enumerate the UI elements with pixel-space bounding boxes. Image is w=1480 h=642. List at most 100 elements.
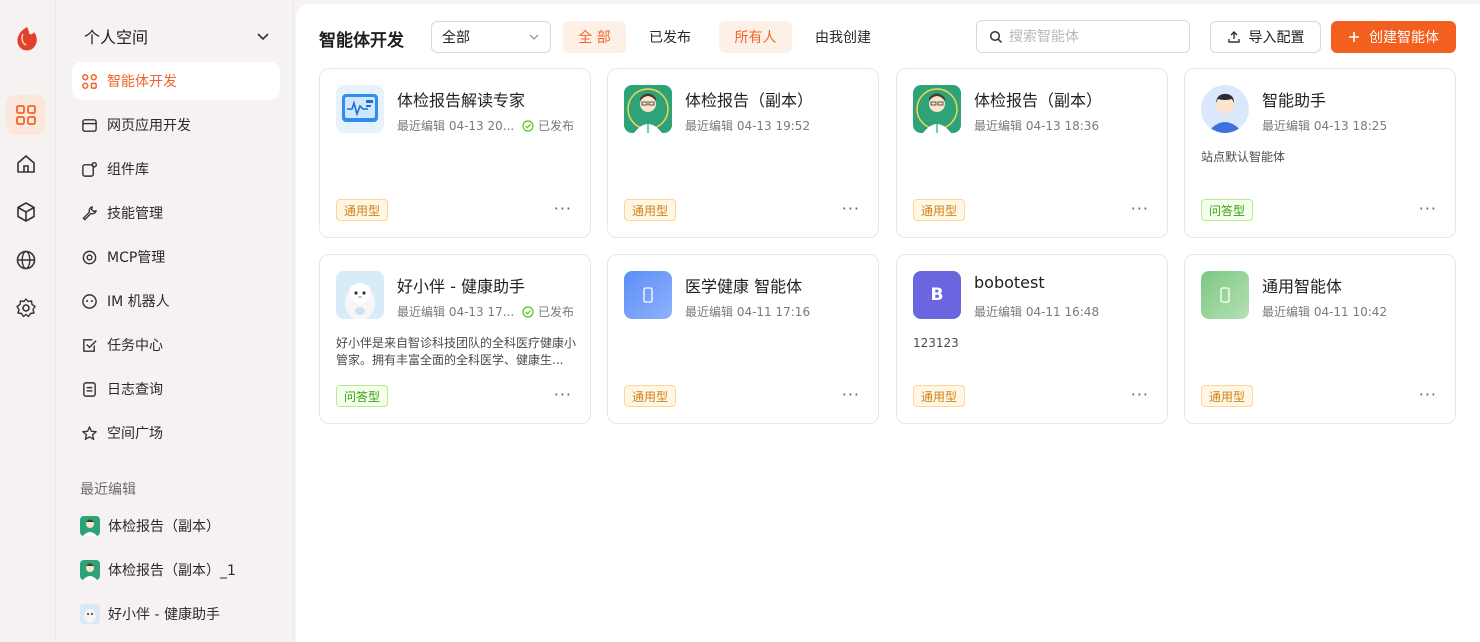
sidebar: 个人空间 智能体开发 网页应用开发 组件库 技能管理 MCP管理 IM 机器人 … [56,0,294,642]
agent-card[interactable]: 体检报告解读专家 最近编辑 04-13 20... 已发布 通用型 ··· [319,68,591,238]
avatar-letter: B [930,285,944,305]
recent-item[interactable]: 体检报告（副本）_1 [80,556,280,584]
agent-name: 体检报告解读专家 [397,91,526,110]
sidebar-item-label: 组件库 [107,162,149,178]
sidebar-item-label: 空间广场 [107,426,163,442]
checklist-icon [80,336,98,354]
agent-name: 医学健康 智能体 [685,277,803,296]
more-icon[interactable]: ··· [554,387,572,403]
more-icon[interactable]: ··· [842,201,860,217]
check-circle-icon [522,305,534,318]
recent-item-label: 体检报告（副本）_1 [108,563,236,579]
sidebar-item-tasks[interactable]: 任务中心 [72,326,280,364]
mascot-avatar [336,271,384,319]
more-icon[interactable]: ··· [1131,201,1149,217]
more-icon[interactable]: ··· [1419,201,1437,217]
rail-settings-button[interactable] [6,288,46,328]
agent-default-avatar [1201,271,1249,319]
star-icon [80,424,98,442]
sidebar-item-im-bot[interactable]: IM 机器人 [72,282,280,320]
tab-created-by-me[interactable]: 由我创建 [803,21,883,53]
agent-name: bobotest [974,273,1045,292]
rail-home-button[interactable] [6,144,46,184]
more-icon[interactable]: ··· [1131,387,1149,403]
published-status: 已发布 [522,117,574,134]
agent-edited-time: 最近编辑 04-13 17... [397,305,515,319]
window-icon [80,116,98,134]
chevron-down-icon [529,34,539,40]
sidebar-item-webapp-dev[interactable]: 网页应用开发 [72,106,280,144]
agent-card[interactable]: 医学健康 智能体 最近编辑 04-11 17:16 通用型 ··· [607,254,879,424]
rail-components-button[interactable] [6,192,46,232]
sidebar-item-components[interactable]: 组件库 [72,150,280,188]
icon-rail [0,0,56,642]
grid-icon [16,105,36,125]
recent-item-label: 体检报告（副本） [108,519,220,535]
more-icon[interactable]: ··· [554,201,572,217]
import-config-label: 导入配置 [1248,30,1305,46]
space-label: 个人空间 [84,28,149,47]
sidebar-item-agent-dev[interactable]: 智能体开发 [72,62,280,100]
agent-type-tag: 通用型 [1201,385,1254,407]
import-config-button[interactable]: 导入配置 [1210,21,1321,53]
space-selector[interactable]: 个人空间 [84,22,270,50]
agent-card[interactable]: B bobotest 最近编辑 04-11 16:48 123123 通用型 ·… [896,254,1168,424]
globe-icon [16,250,36,270]
search-icon [989,30,1003,43]
agent-card[interactable]: 体检报告（副本） 最近编辑 04-13 18:36 通用型 ··· [896,68,1168,238]
create-agent-button[interactable]: 创建智能体 [1331,21,1456,53]
category-select-value: 全部 [442,30,470,46]
sidebar-item-plaza[interactable]: 空间广场 [72,414,280,452]
letter-avatar: B [913,271,961,319]
agent-card[interactable]: 智能助手 最近编辑 04-13 18:25 站点默认智能体 问答型 ··· [1184,68,1456,238]
agent-edited-time: 最近编辑 04-13 19:52 [685,119,811,133]
page-title: 智能体开发 [319,31,404,51]
app-logo[interactable] [10,22,44,56]
sidebar-item-skills[interactable]: 技能管理 [72,194,280,232]
tab-everyone[interactable]: 所有人 [719,21,792,53]
tab-all[interactable]: 全 部 [563,21,626,53]
main-panel: 智能体开发 全部 全 部 已发布 所有人 由我创建 导入配置 创建智能体 体检报… [296,4,1480,642]
create-agent-label: 创建智能体 [1369,30,1439,46]
status-label: 已发布 [537,305,574,319]
cube-icon [17,202,35,222]
agent-card[interactable]: 体检报告（副本） 最近编辑 04-13 19:52 通用型 ··· [607,68,879,238]
gear-icon [16,298,36,318]
agent-card[interactable]: 好小伴 - 健康助手 最近编辑 04-13 17... 已发布 好小伴是来自智诊… [319,254,591,424]
search-box[interactable] [976,20,1190,53]
rail-apps-button[interactable] [6,95,46,135]
agent-type-tag: 通用型 [336,199,389,221]
agent-edited-time: 最近编辑 04-13 18:36 [974,119,1100,133]
published-status: 已发布 [522,303,574,320]
doctor-avatar [80,560,100,580]
doctor-avatar [624,85,672,133]
agent-edited-time: 最近编辑 04-11 16:48 [974,305,1100,319]
agent-description: 好小伴是来自智诊科技团队的全科医疗健康小管家。拥有丰富全面的全科医学、健康生..… [336,336,576,367]
more-icon[interactable]: ··· [1419,387,1437,403]
doctor-avatar [913,85,961,133]
target-icon [80,248,98,266]
agent-name: 体检报告（副本） [974,91,1103,110]
sidebar-item-mcp[interactable]: MCP管理 [72,238,280,276]
agent-name: 通用智能体 [1262,277,1343,296]
check-circle-icon [522,119,534,132]
sidebar-item-label: 任务中心 [107,338,163,354]
recent-item[interactable]: 体检报告（副本） [80,512,280,540]
sidebar-item-label: 网页应用开发 [107,118,191,134]
sidebar-item-logs[interactable]: 日志查询 [72,370,280,408]
category-select[interactable]: 全部 [431,21,551,53]
robot-icon [80,292,98,310]
tab-published[interactable]: 已发布 [637,21,703,53]
agent-type-tag: 通用型 [624,199,677,221]
agent-description: 123123 [913,336,959,350]
rail-web-button[interactable] [6,240,46,280]
more-icon[interactable]: ··· [842,387,860,403]
mascot-avatar [80,604,100,624]
search-input[interactable] [1009,28,1179,45]
agent-default-avatar [624,271,672,319]
recent-item[interactable]: 好小伴 - 健康助手 [80,600,280,628]
recent-item-label: 好小伴 - 健康助手 [108,607,220,623]
recent-section-title: 最近编辑 [80,482,136,498]
agent-card[interactable]: 通用智能体 最近编辑 04-11 10:42 通用型 ··· [1184,254,1456,424]
agent-description: 站点默认智能体 [1201,150,1286,164]
